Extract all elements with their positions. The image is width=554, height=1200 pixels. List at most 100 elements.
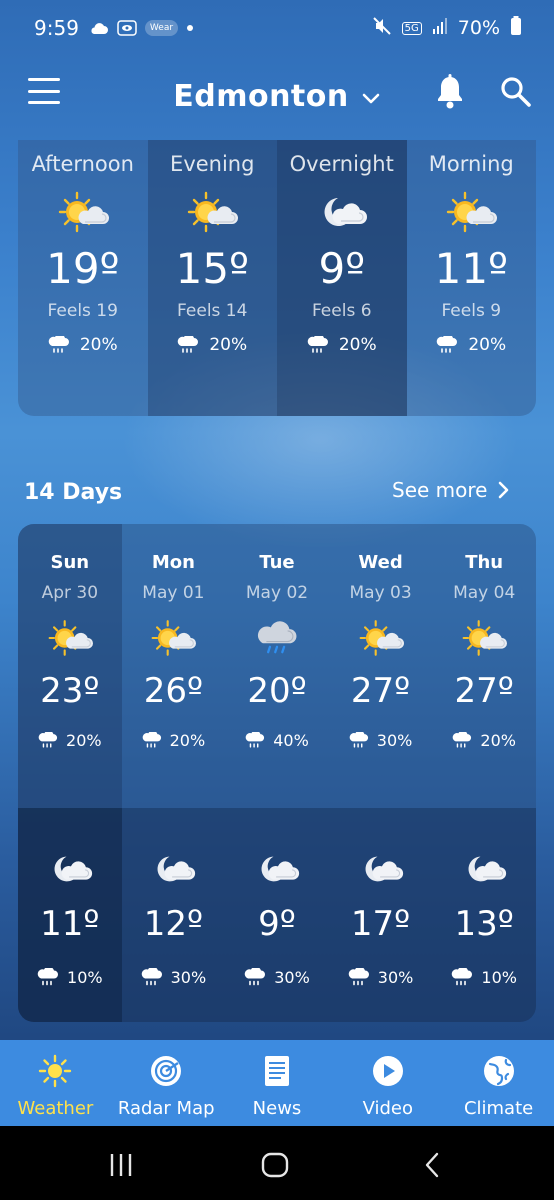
search-icon[interactable] (498, 74, 534, 110)
app-header: Edmonton (0, 56, 554, 136)
precip-value: 20% (66, 731, 102, 750)
precip-chance: 30% (348, 968, 413, 987)
day-high: 23º (40, 671, 100, 711)
day-column-tue[interactable]: Tue May 02 20º 40% (225, 524, 329, 808)
day-column-thu[interactable]: Thu May 04 27º 20% (432, 524, 536, 808)
recent-apps-icon[interactable] (106, 1150, 136, 1180)
rain-icon (141, 968, 163, 987)
precip-chance: 20% (142, 731, 206, 750)
bottom-navigation: Weather Radar Map News Video Climate (0, 1040, 554, 1126)
precip-value: 40% (273, 731, 309, 750)
precip-chance: 20% (38, 731, 102, 750)
network-type-icon: 5G (401, 21, 422, 35)
precip-value: 20% (209, 335, 248, 355)
precip-chance: 10% (37, 968, 103, 987)
see-more-label: See more (392, 478, 488, 502)
hourly-period-evening[interactable]: Evening 15º Feels 14 20% (147, 140, 277, 416)
night-column-wed[interactable]: 17º 30% (329, 808, 433, 1022)
period-label: Afternoon (31, 152, 134, 176)
nav-weather[interactable]: Weather (0, 1040, 111, 1126)
nav-label: News (252, 1098, 302, 1119)
moon-cloud-icon (47, 848, 93, 890)
nav-climate[interactable]: Climate (443, 1040, 554, 1126)
video-play-icon (372, 1056, 403, 1086)
period-label: Morning (428, 152, 514, 176)
mute-icon (372, 16, 392, 41)
period-label: Evening (170, 152, 255, 176)
chevron-down-icon (361, 79, 381, 114)
rain-icon (177, 336, 199, 354)
daily-forecast-card: Sun Apr 30 23º 20% Mon May 01 26º 20% Tu… (18, 524, 536, 1022)
day-column-sun[interactable]: Sun Apr 30 23º 20% (18, 524, 122, 808)
precip-value: 30% (170, 968, 207, 987)
feels-like: Feels 19 (47, 301, 118, 321)
rain-icon (48, 336, 70, 354)
hamburger-menu-icon[interactable] (28, 78, 60, 104)
day-name: Sun (50, 552, 90, 573)
back-icon[interactable] (418, 1150, 448, 1180)
city-name: Edmonton (173, 78, 349, 114)
precip-value: 10% (67, 968, 103, 987)
rain-icon (348, 968, 370, 987)
globe-icon (483, 1056, 514, 1086)
hourly-period-overnight[interactable]: Overnight 9º Feels 6 20% (277, 140, 407, 416)
hourly-period-morning[interactable]: Morning 11º Feels 9 20% (407, 140, 537, 416)
precip-chance: 30% (244, 968, 310, 987)
section-title-14-days: 14 Days (24, 480, 123, 505)
period-temp: 9º (318, 244, 365, 293)
night-column-sun[interactable]: 11º 10% (18, 808, 122, 1022)
feels-like: Feels 14 (177, 301, 248, 321)
home-icon[interactable] (260, 1150, 290, 1180)
sun-cloud-icon (445, 190, 497, 234)
nav-radar-map[interactable]: Radar Map (111, 1040, 222, 1126)
radar-icon (151, 1056, 182, 1086)
precip-value: 20% (169, 731, 206, 750)
day-name: Thu (465, 552, 504, 573)
sun-cloud-icon (186, 190, 238, 234)
rain-icon (436, 336, 458, 354)
hourly-period-afternoon[interactable]: Afternoon 19º Feels 19 20% (18, 140, 148, 416)
night-column-mon[interactable]: 12º 30% (122, 808, 226, 1022)
sun-icon (39, 1054, 72, 1088)
night-low: 12º (143, 904, 204, 944)
sun-cloud-icon (461, 617, 507, 659)
see-more-link[interactable]: See more (392, 478, 509, 502)
precip-value: 20% (480, 731, 516, 750)
night-low: 13º (454, 904, 514, 944)
precip-value: 30% (274, 968, 310, 987)
period-temp: 15º (175, 244, 249, 293)
night-column-tue[interactable]: 9º 30% (225, 808, 329, 1022)
precip-value: 20% (338, 335, 377, 355)
precip-chance: 20% (307, 335, 377, 355)
day-column-wed[interactable]: Wed May 03 27º 30% (329, 524, 433, 808)
rain-icon (307, 336, 329, 354)
eye-status-icon (117, 20, 137, 36)
location-selector[interactable]: Edmonton (173, 79, 381, 114)
day-date: May 02 (245, 583, 309, 603)
feels-like: Feels 9 (441, 301, 502, 321)
day-name: Tue (259, 552, 295, 573)
rain-icon (142, 732, 162, 749)
day-date: Apr 30 (41, 583, 99, 603)
precip-chance: 30% (141, 968, 207, 987)
nav-video[interactable]: Video (332, 1040, 443, 1126)
night-column-thu[interactable]: 13º 10% (432, 808, 536, 1022)
rain-icon (38, 732, 58, 749)
sun-cloud-icon (150, 617, 196, 659)
moon-cloud-icon (254, 848, 300, 890)
day-column-mon[interactable]: Mon May 01 26º 20% (122, 524, 226, 808)
moon-cloud-icon (461, 848, 507, 890)
day-name: Wed (358, 552, 403, 573)
rain-icon (451, 968, 473, 987)
sun-cloud-icon (358, 617, 404, 659)
precip-chance: 20% (177, 335, 247, 355)
period-temp: 19º (46, 244, 120, 293)
nav-news[interactable]: News (222, 1040, 333, 1126)
moon-cloud-icon (316, 190, 368, 234)
bell-icon[interactable] (430, 72, 470, 112)
news-icon (264, 1056, 289, 1086)
rain-icon (349, 732, 369, 749)
battery-percent: 70% (457, 17, 500, 39)
nav-label: Video (362, 1098, 413, 1119)
day-high: 20º (247, 671, 307, 711)
